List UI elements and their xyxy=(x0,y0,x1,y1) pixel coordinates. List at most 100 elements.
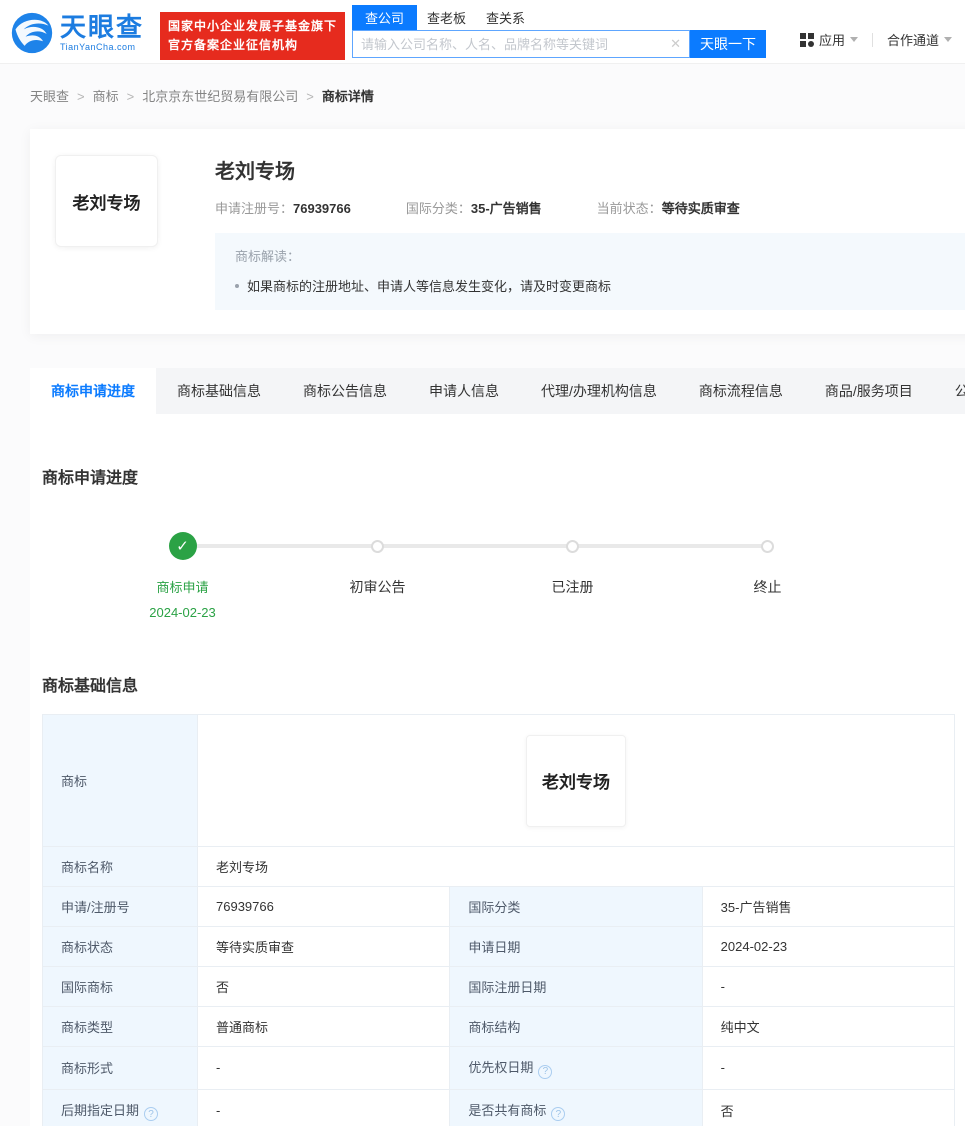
table-row: 商标状态 等待实质审查 申请日期 2024-02-23 xyxy=(42,926,956,967)
main-content: 商标申请进度 ✓ 商标申请 2024-02-23 初审公告 已注册 终止 商标基… xyxy=(30,414,965,1126)
interpretation-title: 商标解读： xyxy=(235,249,301,264)
pending-circle-icon xyxy=(371,539,384,553)
row-label: 是否共有商标 xyxy=(468,1102,547,1118)
row-label: 国际分类 xyxy=(449,886,703,927)
help-icon[interactable]: ? xyxy=(538,1064,553,1079)
row-value: - xyxy=(196,1046,451,1090)
logo-domain: TianYanCha.com xyxy=(60,42,136,52)
row-value: - xyxy=(701,1046,956,1090)
row-value: 76939766 xyxy=(196,886,451,927)
row-value: - xyxy=(701,966,956,1007)
tab-basic-info[interactable]: 商标基础信息 xyxy=(156,368,282,414)
tab-agency-info[interactable]: 代理/办理机构信息 xyxy=(520,368,678,414)
row-label: 商标名称 xyxy=(42,846,198,887)
apps-menu-label: 应用 xyxy=(819,33,846,48)
progress-stepper: ✓ 商标申请 2024-02-23 初审公告 已注册 终止 xyxy=(85,532,865,620)
tab-goods-services[interactable]: 商品/服务项目 xyxy=(804,368,934,414)
trademark-image: 老刘专场 xyxy=(55,155,158,247)
breadcrumb-separator: > xyxy=(306,89,314,104)
tab-process-info[interactable]: 商标流程信息 xyxy=(678,368,804,414)
field-intl-class: 国际分类：35-广告销售 xyxy=(406,198,542,217)
row-label-co-owned: 是否共有商标? xyxy=(449,1088,703,1126)
tab-application-progress[interactable]: 商标申请进度 xyxy=(30,368,156,414)
chevron-down-icon xyxy=(850,37,859,42)
row-value: 老刘专场 xyxy=(197,846,955,887)
table-row: 商标 老刘专场 xyxy=(42,714,955,847)
step-application: ✓ 商标申请 2024-02-23 xyxy=(85,532,280,620)
certification-badge: 国家中小企业发展子基金旗下 官方备案企业征信机构 xyxy=(160,12,346,61)
detail-tabbar: 商标申请进度 商标基础信息 商标公告信息 申请人信息 代理/办理机构信息 商标流… xyxy=(30,368,965,414)
search-input[interactable] xyxy=(361,36,665,52)
basic-info-section-title: 商标基础信息 xyxy=(42,678,139,695)
partner-menu[interactable]: 合作通道 xyxy=(887,30,953,49)
partner-menu-label: 合作通道 xyxy=(887,33,940,48)
clear-search-icon[interactable]: ✕ xyxy=(670,36,681,52)
breadcrumb-trademark[interactable]: 商标 xyxy=(93,89,119,104)
row-value: 2024-02-23 xyxy=(701,926,956,967)
interpretation-text: 如果商标的注册地址、申请人等信息发生变化，请及时变更商标 xyxy=(247,279,612,294)
progress-section-title: 商标申请进度 xyxy=(42,470,139,487)
tab-applicant-info[interactable]: 申请人信息 xyxy=(408,368,520,414)
top-bar: 天眼查 TianYanCha.com 国家中小企业发展子基金旗下 官方备案企业征… xyxy=(0,0,965,64)
top-right-nav: 应用 合作通道 企 xyxy=(800,30,965,49)
row-label: 商标形式 xyxy=(42,1046,198,1090)
check-circle-icon: ✓ xyxy=(168,532,197,560)
field-label: 当前状态： xyxy=(596,201,662,216)
row-label: 商标状态 xyxy=(42,926,198,967)
table-row: 后期指定日期? - 是否共有商标? 否 xyxy=(42,1088,956,1126)
tianyancha-logo-icon xyxy=(11,12,53,54)
row-label-later-designation: 后期指定日期? xyxy=(42,1088,198,1126)
divider xyxy=(872,32,874,47)
trademark-header-card: 老刘专场 老刘专场 申请注册号：76939766 国际分类：35-广告销售 当前… xyxy=(30,129,965,334)
search-tab-boss[interactable]: 查老板 xyxy=(417,5,476,30)
row-value: 否 xyxy=(196,966,451,1007)
apps-grid-icon xyxy=(800,32,814,47)
field-current-status: 当前状态：等待实质审查 xyxy=(597,198,740,217)
search-tab-relation[interactable]: 查关系 xyxy=(476,5,535,30)
tianyancha-logo[interactable]: 天眼查 TianYanCha.com xyxy=(10,11,144,55)
chevron-down-icon xyxy=(944,37,953,42)
field-label: 申请注册号： xyxy=(215,201,294,216)
trademark-name: 老刘专场 xyxy=(215,161,295,183)
field-value: 76939766 xyxy=(293,201,351,216)
table-row: 商标类型 普通商标 商标结构 纯中文 xyxy=(42,1006,956,1047)
table-row: 国际商标 否 国际注册日期 - xyxy=(42,966,956,1007)
step-label: 终止 xyxy=(753,579,782,595)
row-label: 商标结构 xyxy=(449,1006,703,1047)
row-label-priority-date: 优先权日期? xyxy=(449,1046,703,1090)
step-date: 2024-02-23 xyxy=(149,605,216,620)
row-label: 优先权日期 xyxy=(468,1060,534,1075)
breadcrumb-company[interactable]: 北京京东世纪贸易有限公司 xyxy=(142,89,298,104)
row-value: 否 xyxy=(701,1088,956,1126)
breadcrumb-separator: > xyxy=(126,89,135,104)
breadcrumb-home[interactable]: 天眼查 xyxy=(30,89,69,104)
search-tab-company[interactable]: 查公司 xyxy=(352,5,418,30)
tab-announcement-info[interactable]: 商标公告信息 xyxy=(282,368,408,414)
basic-info-table: 商标 老刘专场 商标名称 老刘专场 申请/注册号 76939766 国际分类 3… xyxy=(42,714,956,1126)
logo-title: 天眼查 xyxy=(60,12,145,42)
search-module: 查公司 查老板 查关系 ✕ 天眼一下 xyxy=(352,5,766,58)
help-icon[interactable]: ? xyxy=(144,1107,159,1121)
breadcrumb-current: 商标详情 xyxy=(321,89,374,104)
apps-menu[interactable]: 应用 xyxy=(800,30,859,49)
breadcrumb-separator: > xyxy=(77,89,85,104)
row-label: 国际商标 xyxy=(42,966,198,1007)
pending-circle-icon xyxy=(761,539,774,553)
badge-line1: 国家中小企业发展子基金旗下 xyxy=(168,19,338,33)
table-row: 商标形式 - 优先权日期? - xyxy=(42,1046,956,1090)
row-value: - xyxy=(196,1088,451,1126)
table-row: 申请/注册号 76939766 国际分类 35-广告销售 xyxy=(42,886,956,927)
trademark-image: 老刘专场 xyxy=(526,734,626,827)
step-label: 已注册 xyxy=(551,579,594,595)
row-label: 申请/注册号 xyxy=(42,886,198,927)
pending-circle-icon xyxy=(566,539,579,553)
row-label: 商标类型 xyxy=(42,1006,198,1047)
search-button[interactable]: 天眼一下 xyxy=(690,30,766,58)
tab-gazette-info[interactable]: 公告信息 xyxy=(934,368,965,414)
field-value: 等待实质审查 xyxy=(661,201,740,216)
interpretation-item: 如果商标的注册地址、申请人等信息发生变化，请及时变更商标 xyxy=(235,276,965,295)
field-value: 35-广告销售 xyxy=(470,201,542,216)
help-icon[interactable]: ? xyxy=(551,1107,566,1121)
field-registration-number: 申请注册号：76939766 xyxy=(215,198,351,217)
row-value: 纯中文 xyxy=(701,1006,956,1047)
